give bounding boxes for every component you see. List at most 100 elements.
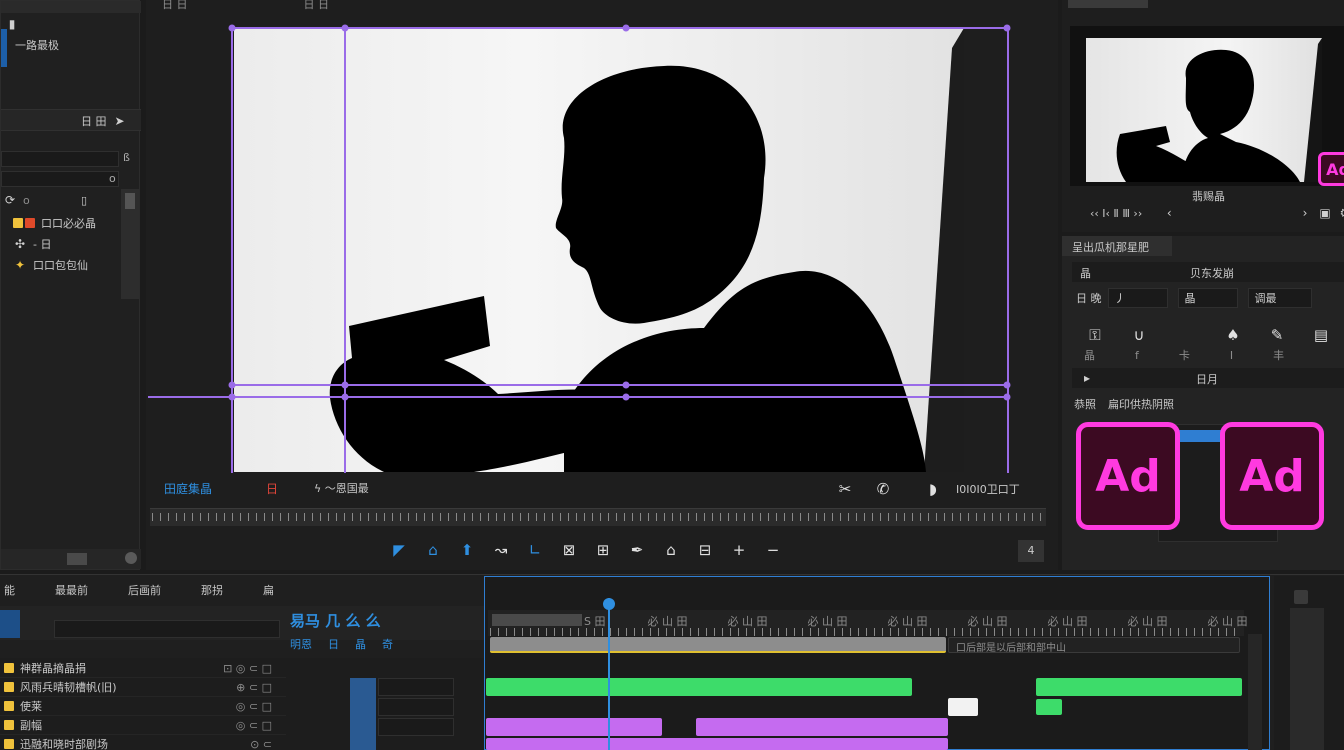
- inspector-field-3[interactable]: 调最: [1247, 288, 1312, 308]
- new-bin-icon[interactable]: [67, 553, 87, 565]
- track-controls[interactable]: ⊙ ⊂: [250, 738, 272, 750]
- plus-icon[interactable]: +: [728, 539, 750, 561]
- search-field[interactable]: [1, 151, 119, 167]
- timeline-scrollbar[interactable]: [1248, 634, 1262, 750]
- handle-ml[interactable]: [228, 381, 236, 389]
- clip-thumbnail[interactable]: [948, 698, 978, 716]
- up-arrow-icon[interactable]: ⬆: [456, 539, 478, 561]
- grid-icon[interactable]: ⊞: [592, 539, 614, 561]
- pen-icon[interactable]: ✒: [626, 539, 648, 561]
- scrollbar-thumb[interactable]: [125, 193, 135, 209]
- track-controls[interactable]: ◎ ⊂ □: [236, 700, 272, 713]
- guide-left[interactable]: [231, 27, 233, 473]
- timeline-search[interactable]: [54, 620, 280, 638]
- project-title-row[interactable]: ▮: [5, 17, 19, 31]
- playhead[interactable]: [608, 598, 611, 750]
- source-transport[interactable]: ‹‹ I‹ Ⅱ Ⅲ ›› ‹: [1090, 206, 1176, 220]
- inspector-row-5[interactable]: 恭照 扁印供热阴照: [1074, 396, 1174, 412]
- source-tab[interactable]: [1068, 0, 1148, 8]
- bin-field-icon[interactable]: o: [109, 172, 116, 185]
- ripple-icon[interactable]: ⌂: [422, 539, 444, 561]
- bin-field[interactable]: [1, 171, 119, 187]
- viewer-info-red[interactable]: 日: [266, 480, 278, 497]
- clip-purple-2[interactable]: [696, 718, 948, 736]
- key-icon[interactable]: ⚿: [1084, 324, 1106, 346]
- handle-br[interactable]: [1003, 393, 1011, 401]
- viewer-corner-button[interactable]: 4: [1018, 540, 1044, 562]
- asset-item-1[interactable]: 口口必必晶: [13, 215, 96, 231]
- clip-purple-3[interactable]: [486, 738, 948, 750]
- settings-icon[interactable]: ⚙: [1338, 206, 1344, 220]
- clip-green-2[interactable]: [1036, 678, 1242, 696]
- handle-tl[interactable]: [228, 24, 236, 32]
- bell-icon[interactable]: ♠: [1222, 324, 1244, 346]
- track-controls[interactable]: ⊡ ◎ ⊂ □: [223, 662, 272, 675]
- track-header-5[interactable]: 迅融和晓时部剧场 ⊙ ⊂: [0, 735, 286, 750]
- viewer-info-mid[interactable]: ϟ 〜恩国最: [314, 480, 369, 496]
- brush-icon[interactable]: ✎: [1266, 324, 1288, 346]
- handle-t1[interactable]: [341, 24, 349, 32]
- curve-icon[interactable]: ↝: [490, 539, 512, 561]
- viewer-info-right[interactable]: ✂ ✆ ◗ I0I0I0卫口丁: [834, 478, 1020, 500]
- inspector-preset-highlight[interactable]: [1176, 430, 1222, 442]
- track-header-4[interactable]: 副幅 ◎ ⊂ □: [0, 716, 286, 735]
- pointer-icon[interactable]: ◤: [388, 539, 410, 561]
- clip-purple-1[interactable]: [486, 718, 662, 736]
- track-controls[interactable]: ⊕ ⊂ □: [236, 681, 272, 694]
- clip-green-3[interactable]: [1036, 699, 1062, 715]
- frame-icon[interactable]: ⊠: [558, 539, 580, 561]
- guide-right[interactable]: [1007, 27, 1009, 473]
- chat-icon[interactable]: ◗: [922, 478, 944, 500]
- back-icon[interactable]: ‹: [1162, 206, 1176, 220]
- inspector-field-1[interactable]: 丿: [1107, 288, 1168, 308]
- work-area-bar[interactable]: [492, 614, 582, 626]
- card-icon[interactable]: ▤: [1310, 324, 1332, 346]
- track-target-field[interactable]: [378, 718, 454, 736]
- asset-item-3[interactable]: ✦ 口口包包仙: [13, 257, 88, 273]
- panel-toolbar-buttons[interactable]: 日 田 ➤: [81, 113, 127, 129]
- filter-icon[interactable]: ß: [123, 151, 130, 164]
- inspector-row-2[interactable]: 日 晚 丿 晶 调最: [1076, 288, 1312, 308]
- asset-row-header[interactable]: ⟳ o: [3, 193, 30, 207]
- viewer-info-left[interactable]: 田庭集晶: [164, 480, 212, 497]
- asset-item-2[interactable]: ✣ - 日: [13, 236, 52, 252]
- guide-inner-left[interactable]: [344, 27, 346, 473]
- timeline-sub-tools[interactable]: 明恩 日 晶 奇: [290, 636, 393, 652]
- bar-icon[interactable]: ⊟: [694, 539, 716, 561]
- track-target-field[interactable]: [378, 698, 454, 716]
- track-target-col[interactable]: [350, 678, 376, 750]
- inspector-field-2[interactable]: 晶: [1177, 288, 1238, 308]
- track-controls[interactable]: ◎ ⊂ □: [236, 719, 272, 732]
- handle-bl[interactable]: [228, 393, 236, 401]
- track-target-field[interactable]: [378, 678, 454, 696]
- handle-m1[interactable]: [341, 381, 349, 389]
- guide-mid-2[interactable]: [148, 396, 1008, 398]
- track-header-3[interactable]: 使莱 ◎ ⊂ □: [0, 697, 286, 716]
- minus-icon[interactable]: −: [762, 539, 784, 561]
- thumbnail-icon[interactable]: ▯: [81, 194, 87, 207]
- clip-gray[interactable]: [490, 637, 946, 653]
- crop-icon[interactable]: ∟: [524, 539, 546, 561]
- scissor-icon[interactable]: ✂: [834, 478, 856, 500]
- clip-green-1[interactable]: [486, 678, 912, 696]
- handle-mr[interactable]: [1003, 381, 1011, 389]
- handle-bc[interactable]: [622, 393, 630, 401]
- meter-knob[interactable]: [1294, 590, 1308, 604]
- trash-icon[interactable]: [125, 552, 137, 564]
- export-frame-icon[interactable]: ▣: [1318, 206, 1332, 220]
- timeline-blue-toggle[interactable]: [0, 610, 20, 638]
- handle-tr[interactable]: [1003, 24, 1011, 32]
- handle-tc[interactable]: [622, 24, 630, 32]
- link-icon[interactable]: ∪: [1128, 324, 1150, 346]
- track-header-1[interactable]: 神群晶摘晶捐 ⊡ ◎ ⊂ □: [0, 659, 286, 678]
- track-header-2[interactable]: 风雨兵晴韧槽帆(旧) ⊕ ⊂ □: [0, 678, 286, 697]
- viewer-top-tabs[interactable]: 日 日 日 日: [162, 0, 329, 12]
- source-right-controls[interactable]: › ▣ ⚙: [1298, 206, 1344, 220]
- handle-b1[interactable]: [341, 393, 349, 401]
- shape-icon[interactable]: ⌂: [660, 539, 682, 561]
- share-icon[interactable]: ➤: [113, 114, 127, 128]
- phone-icon[interactable]: ✆: [872, 478, 894, 500]
- handle-mc[interactable]: [622, 381, 630, 389]
- timeline-tools[interactable]: 易马 几 么 么: [290, 610, 381, 631]
- forward-icon[interactable]: ›: [1298, 206, 1312, 220]
